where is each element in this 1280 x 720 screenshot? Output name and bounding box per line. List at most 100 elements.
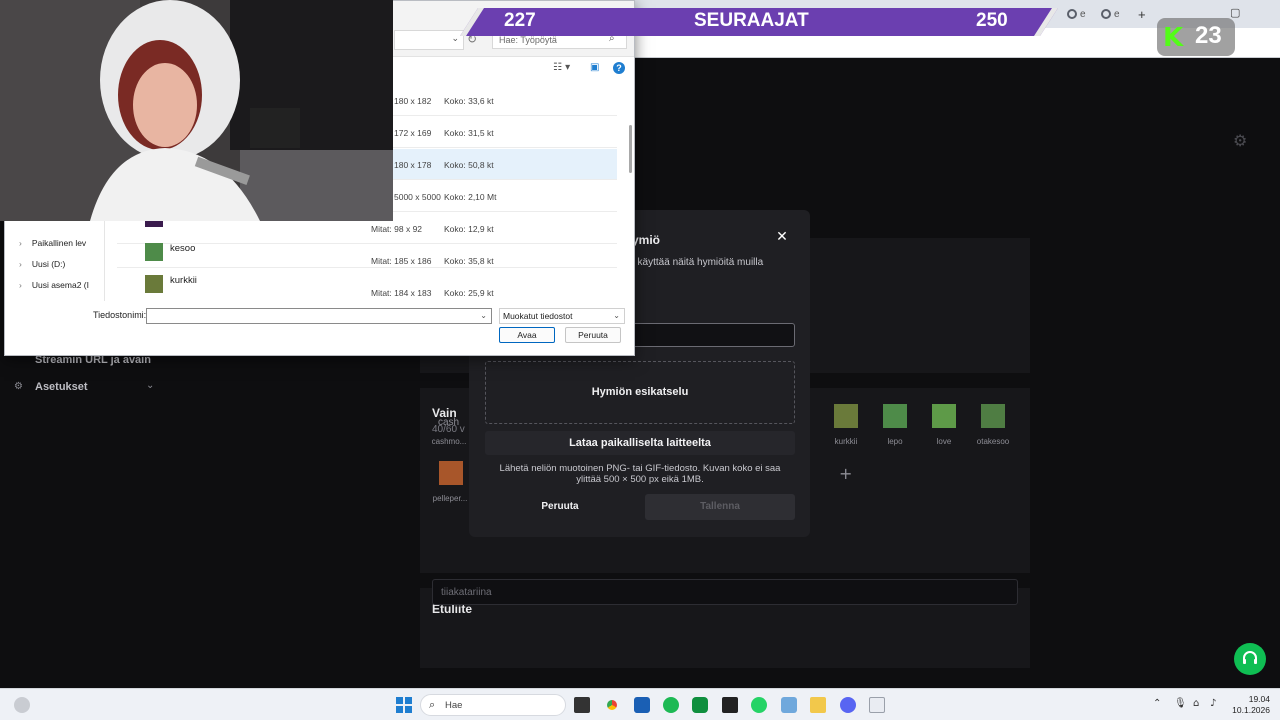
kick-logo-icon: K [1163, 23, 1184, 53]
open-button[interactable]: Avaa [499, 327, 555, 343]
epic-games-icon[interactable] [722, 697, 738, 713]
network-icon[interactable]: ⌂ [1193, 698, 1199, 709]
nav-item-drive-2[interactable]: › Uusi asema2 (I [19, 280, 89, 290]
clock-date: 10.1.2026 [1232, 705, 1270, 715]
tab-favicon-icon [1067, 9, 1077, 19]
upload-help-text: Lähetä neliön muotoinen PNG- tai GIF-tie… [499, 463, 781, 485]
close-icon[interactable]: ✕ [773, 229, 791, 247]
followers-goal: 250 [976, 10, 1008, 31]
navigation-pane: › Paikallinen lev › Uusi (D:) › Uusi asema2… [5, 221, 105, 301]
file-size: Koko: 12,9 kt [444, 224, 494, 234]
file-dimensions: Mitat: 184 x 183 [371, 288, 432, 298]
tab-title: e [1114, 8, 1120, 20]
app-icon[interactable] [781, 697, 797, 713]
microphone-icon[interactable]: 🎙 [1174, 698, 1187, 709]
system-clock[interactable]: 19.04 10.1.2026 [1224, 694, 1270, 716]
viewer-count: 23 [1195, 22, 1222, 49]
followers-label: SEURAAJAT [694, 10, 809, 31]
file-name: kesoo [170, 243, 196, 254]
chevron-down-icon[interactable]: ⌄ [146, 380, 154, 391]
modal-description: t käyttää näitä hymiöitä muilla [632, 257, 764, 268]
browser-tab[interactable]: e [1067, 7, 1086, 21]
file-name: kurkkii [170, 275, 197, 286]
new-tab-button[interactable]: + [1138, 7, 1146, 22]
emote-alt-text: cash [438, 417, 460, 428]
followers-current: 227 [504, 10, 536, 31]
settings-icon[interactable]: ⚙ [1233, 131, 1247, 150]
file-dimensions: 172 x 169 [394, 128, 432, 138]
emote-label: kurkkii [834, 437, 858, 446]
upload-button[interactable]: Lataa paikalliselta laitteelta [485, 431, 795, 455]
spotify-icon[interactable] [663, 697, 679, 713]
maximize-icon[interactable]: ▢ [1230, 6, 1240, 19]
chrome-icon[interactable] [604, 697, 620, 713]
search-icon: ⌕ [429, 698, 436, 711]
file-thumbnail [145, 275, 163, 293]
emote-thumbnail[interactable] [981, 404, 1005, 428]
emote-thumbnail[interactable] [834, 404, 858, 428]
store-icon[interactable] [634, 697, 650, 713]
webcam-image [0, 0, 393, 221]
sidebar-item-settings[interactable]: Asetukset [35, 381, 88, 393]
file-row[interactable]: kesoo Mitat: 185 x 186 Koko: 35,8 kt [117, 237, 617, 268]
view-options-icon[interactable]: ☷ ▾ [553, 62, 570, 73]
viewer-count-badge: K 23 [1157, 18, 1235, 56]
filename-input[interactable]: ⌄ [146, 308, 492, 324]
tray-overflow-icon[interactable]: ⌃ [1153, 698, 1161, 709]
file-explorer-icon[interactable] [810, 697, 826, 713]
tab-title: e [1080, 8, 1086, 20]
add-emote-button[interactable]: + [839, 464, 852, 483]
file-size: Koko: 50,8 kt [444, 160, 494, 170]
dialog-cancel-button[interactable]: Peruuta [565, 327, 621, 343]
chevron-right-icon: › [19, 280, 22, 290]
volume-icon[interactable]: ♪ [1210, 698, 1216, 709]
file-size: Koko: 25,9 kt [444, 288, 494, 298]
chevron-down-icon: ⌄ [613, 311, 620, 320]
scrollbar-thumb[interactable] [629, 125, 632, 173]
emote-label: love [936, 437, 952, 446]
emote-label: otakesoo [976, 437, 1010, 446]
file-dimensions: Mitat: 185 x 186 [371, 256, 432, 266]
file-size: Koko: 33,6 kt [444, 96, 494, 106]
taskbar-search[interactable]: ⌕ Hae [420, 694, 566, 716]
file-row[interactable]: kurkkii Mitat: 184 x 183 Koko: 25,9 kt [117, 269, 617, 300]
help-icon[interactable]: ? [613, 62, 625, 74]
file-dimensions: 5000 x 5000 [394, 192, 441, 202]
filetype-dropdown[interactable]: Muokatut tiedostot ⌄ [499, 308, 625, 324]
preview-pane-icon[interactable]: ▣ [590, 62, 599, 73]
widgets-icon[interactable] [14, 697, 30, 713]
nav-item-drive-d[interactable]: › Uusi (D:) [19, 259, 65, 269]
snipping-tool-icon[interactable] [869, 697, 885, 713]
chevron-down-icon: ⌄ [451, 34, 459, 44]
browser-tab[interactable]: e [1101, 7, 1120, 21]
headset-icon [1243, 651, 1257, 664]
app-icon[interactable] [692, 697, 708, 713]
nav-item-local-disk[interactable]: › Paikallinen lev [19, 238, 86, 248]
file-dimensions: 180 x 178 [394, 160, 432, 170]
save-button: Tallenna [645, 494, 795, 520]
start-icon[interactable] [396, 697, 412, 713]
cancel-button[interactable]: Peruuta [499, 494, 621, 520]
emote-label: lepo [887, 437, 903, 446]
tab-favicon-icon [1101, 9, 1111, 19]
modal-title: ymiö [632, 233, 661, 247]
whatsapp-icon[interactable] [751, 697, 767, 713]
file-dimensions: Mitat: 98 x 92 [371, 224, 423, 234]
emote-thumbnail[interactable] [932, 404, 956, 428]
emote-label: pelleper... [432, 494, 468, 503]
task-view-icon[interactable] [574, 697, 590, 713]
search-placeholder: Hae: Työpöytä [499, 35, 557, 45]
emote-thumbnail[interactable] [883, 404, 907, 428]
chevron-right-icon: › [19, 238, 22, 248]
clock-time: 19.04 [1248, 694, 1270, 704]
file-size: Koko: 35,8 kt [444, 256, 494, 266]
discord-icon[interactable] [840, 697, 856, 713]
emote-thumbnail[interactable] [439, 461, 463, 485]
preview-label: Hymiön esikatselu [591, 386, 689, 398]
prefix-input[interactable]: tiiakatariina [432, 579, 1018, 605]
file-size: Koko: 31,5 kt [444, 128, 494, 138]
support-chat-button[interactable] [1234, 643, 1266, 675]
path-dropdown[interactable]: ⌄ [394, 30, 464, 50]
webcam-overlay [0, 0, 393, 221]
nav-item-label: Uusi (D:) [31, 259, 66, 269]
